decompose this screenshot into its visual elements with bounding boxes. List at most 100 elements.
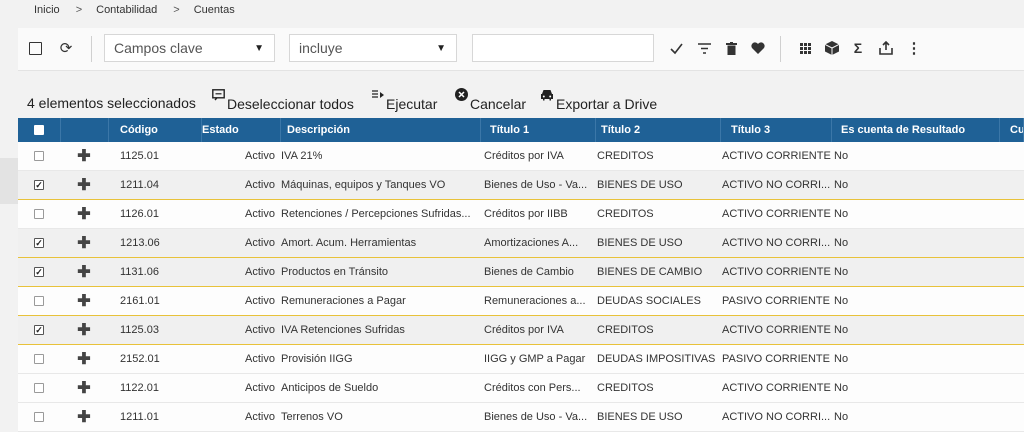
table-row[interactable]: ✚ 1213.06 Activo Amort. Acum. Herramientas A… (18, 229, 1024, 258)
cell-estado: Activo (245, 353, 275, 365)
table-header: Código Estado Descripción Título 1 Títul… (18, 118, 1024, 142)
plus-icon[interactable]: ✚ (60, 316, 108, 344)
plus-icon[interactable]: ✚ (60, 287, 108, 315)
col-titulo2[interactable]: Título 2 (597, 118, 721, 142)
caret-down-icon: ▼ (436, 43, 446, 54)
header-select-all[interactable] (18, 118, 61, 142)
cell-titulo3: ACTIVO CORRIENTE (722, 266, 831, 278)
operator-select[interactable]: incluye ▼ (289, 34, 457, 62)
row-checkbox[interactable] (18, 200, 60, 228)
cancel-button[interactable]: Cancelar (455, 86, 526, 112)
toolbar-divider (780, 36, 781, 62)
row-checkbox-box[interactable] (34, 354, 44, 364)
operator-select-value: incluye (299, 40, 343, 56)
select-all-checkbox[interactable] (29, 42, 42, 55)
col-titulo1[interactable]: Título 1 (484, 118, 596, 142)
breadcrumb-contabilidad[interactable]: Contabilidad (96, 4, 157, 16)
row-checkbox[interactable] (18, 229, 60, 257)
plus-icon[interactable]: ✚ (60, 200, 108, 228)
execute-button[interactable]: Ejecutar (372, 86, 437, 112)
row-checkbox-box[interactable] (34, 383, 44, 393)
heart-icon[interactable] (748, 38, 768, 58)
row-checkbox-box[interactable] (34, 267, 44, 277)
header-checkbox[interactable] (34, 125, 44, 135)
check-icon[interactable] (666, 38, 686, 58)
col-estado[interactable]: Estado (202, 118, 281, 142)
row-checkbox[interactable] (18, 142, 60, 170)
row-checkbox[interactable] (18, 374, 60, 402)
table-row[interactable]: ✚ 2152.01 Activo Provisión IIGG IIGG y GMP a… (18, 345, 1024, 374)
table-row[interactable]: ✚ 1125.01 Activo IVA 21% Créditos por IVA CRE… (18, 142, 1024, 171)
plus-icon[interactable]: ✚ (60, 229, 108, 257)
cell-codigo: 1211.01 (120, 411, 159, 423)
export-drive-button[interactable]: Exportar a Drive (540, 86, 657, 112)
row-checkbox[interactable] (18, 171, 60, 199)
table-row[interactable]: ✚ 2161.01 Activo Remuneraciones a Pagar Remu… (18, 287, 1024, 316)
breadcrumb-inicio[interactable]: Inicio (34, 4, 60, 16)
row-checkbox-box[interactable] (34, 296, 44, 306)
trash-icon[interactable] (721, 38, 741, 58)
cell-titulo2: BIENES DE USO (597, 237, 683, 249)
cell-titulo3: ACTIVO CORRIENTE (722, 324, 831, 336)
row-checkbox-box[interactable] (34, 180, 44, 190)
table-body: ✚ 1125.01 Activo IVA 21% Créditos por IVA CRE… (18, 142, 1024, 432)
sigma-icon[interactable]: Σ (848, 38, 868, 58)
col-titulo3[interactable]: Título 3 (722, 118, 832, 142)
deselect-all-button[interactable]: Deseleccionar todos (212, 86, 354, 112)
search-input[interactable] (472, 34, 654, 62)
row-checkbox[interactable] (18, 287, 60, 315)
table-row[interactable]: ✚ 1211.01 Activo Terrenos VO Bienes de Uso -… (18, 403, 1024, 432)
side-panel-handle[interactable] (0, 158, 18, 204)
plus-icon[interactable]: ✚ (60, 403, 108, 431)
col-cuenta[interactable]: Cuent (1000, 118, 1024, 142)
row-checkbox[interactable] (18, 345, 60, 373)
col-descripcion[interactable]: Descripción (281, 118, 481, 142)
more-vert-icon[interactable]: ⋮ (904, 38, 924, 58)
table-row[interactable]: ✚ 1125.03 Activo IVA Retenciones Sufridas Cr… (18, 316, 1024, 345)
grid-icon[interactable] (795, 38, 815, 58)
field-select[interactable]: Campos clave ▼ (104, 34, 275, 62)
cell-titulo2: CREDITOS (597, 150, 654, 162)
share-icon[interactable] (876, 38, 896, 58)
col-codigo[interactable]: Código (108, 118, 202, 142)
cell-titulo3: PASIVO CORRIENTE (722, 295, 830, 307)
cell-titulo1: Bienes de Uso - Va... (484, 179, 588, 191)
table-row[interactable]: ✚ 1131.06 Activo Productos en Tránsito Biene… (18, 258, 1024, 287)
list-run-icon (372, 89, 384, 104)
cell-titulo1: Créditos por IVA (484, 150, 564, 162)
table-row[interactable]: ✚ 1211.04 Activo Máquinas, equipos y Tanque… (18, 171, 1024, 200)
row-checkbox-box[interactable] (34, 412, 44, 422)
table-row[interactable]: ✚ 1126.01 Activo Retenciones / Percepciones… (18, 200, 1024, 229)
row-checkbox[interactable] (18, 403, 60, 431)
cell-titulo1: Bienes de Uso - Va... (484, 411, 588, 423)
message-icon (212, 89, 225, 104)
row-checkbox-box[interactable] (34, 238, 44, 248)
filter-icon[interactable] (694, 38, 714, 58)
cell-titulo2: BIENES DE USO (597, 411, 683, 423)
col-es-cuenta-resultado[interactable]: Es cuenta de Resultado (834, 118, 1000, 142)
plus-icon[interactable]: ✚ (60, 345, 108, 373)
cube-icon[interactable] (822, 38, 842, 58)
table-row[interactable]: ✚ 1122.01 Activo Anticipos de Sueldo Crédito… (18, 374, 1024, 403)
cell-es-cuenta-resultado: No (834, 411, 849, 423)
row-checkbox[interactable] (18, 316, 60, 344)
row-checkbox-box[interactable] (34, 151, 44, 161)
row-checkbox[interactable] (18, 258, 60, 286)
cell-estado: Activo (245, 411, 275, 423)
cell-titulo2: DEUDAS SOCIALES (597, 295, 701, 307)
plus-icon[interactable]: ✚ (60, 374, 108, 402)
refresh-icon[interactable]: ⟳ (58, 38, 74, 58)
plus-icon[interactable]: ✚ (60, 142, 108, 170)
plus-icon[interactable]: ✚ (60, 171, 108, 199)
cell-es-cuenta-resultado: No (834, 150, 849, 162)
cell-titulo3: ACTIVO CORRIENTE (722, 382, 831, 394)
plus-icon[interactable]: ✚ (60, 258, 108, 286)
cell-estado: Activo (245, 179, 275, 191)
cell-codigo: 1122.01 (120, 382, 159, 394)
chevron-right-icon: > (173, 4, 180, 16)
header-expand-col (60, 118, 109, 142)
cell-es-cuenta-resultado: No (834, 266, 849, 278)
row-checkbox-box[interactable] (34, 209, 44, 219)
export-drive-label: Exportar a Drive (556, 96, 658, 112)
row-checkbox-box[interactable] (34, 325, 44, 335)
